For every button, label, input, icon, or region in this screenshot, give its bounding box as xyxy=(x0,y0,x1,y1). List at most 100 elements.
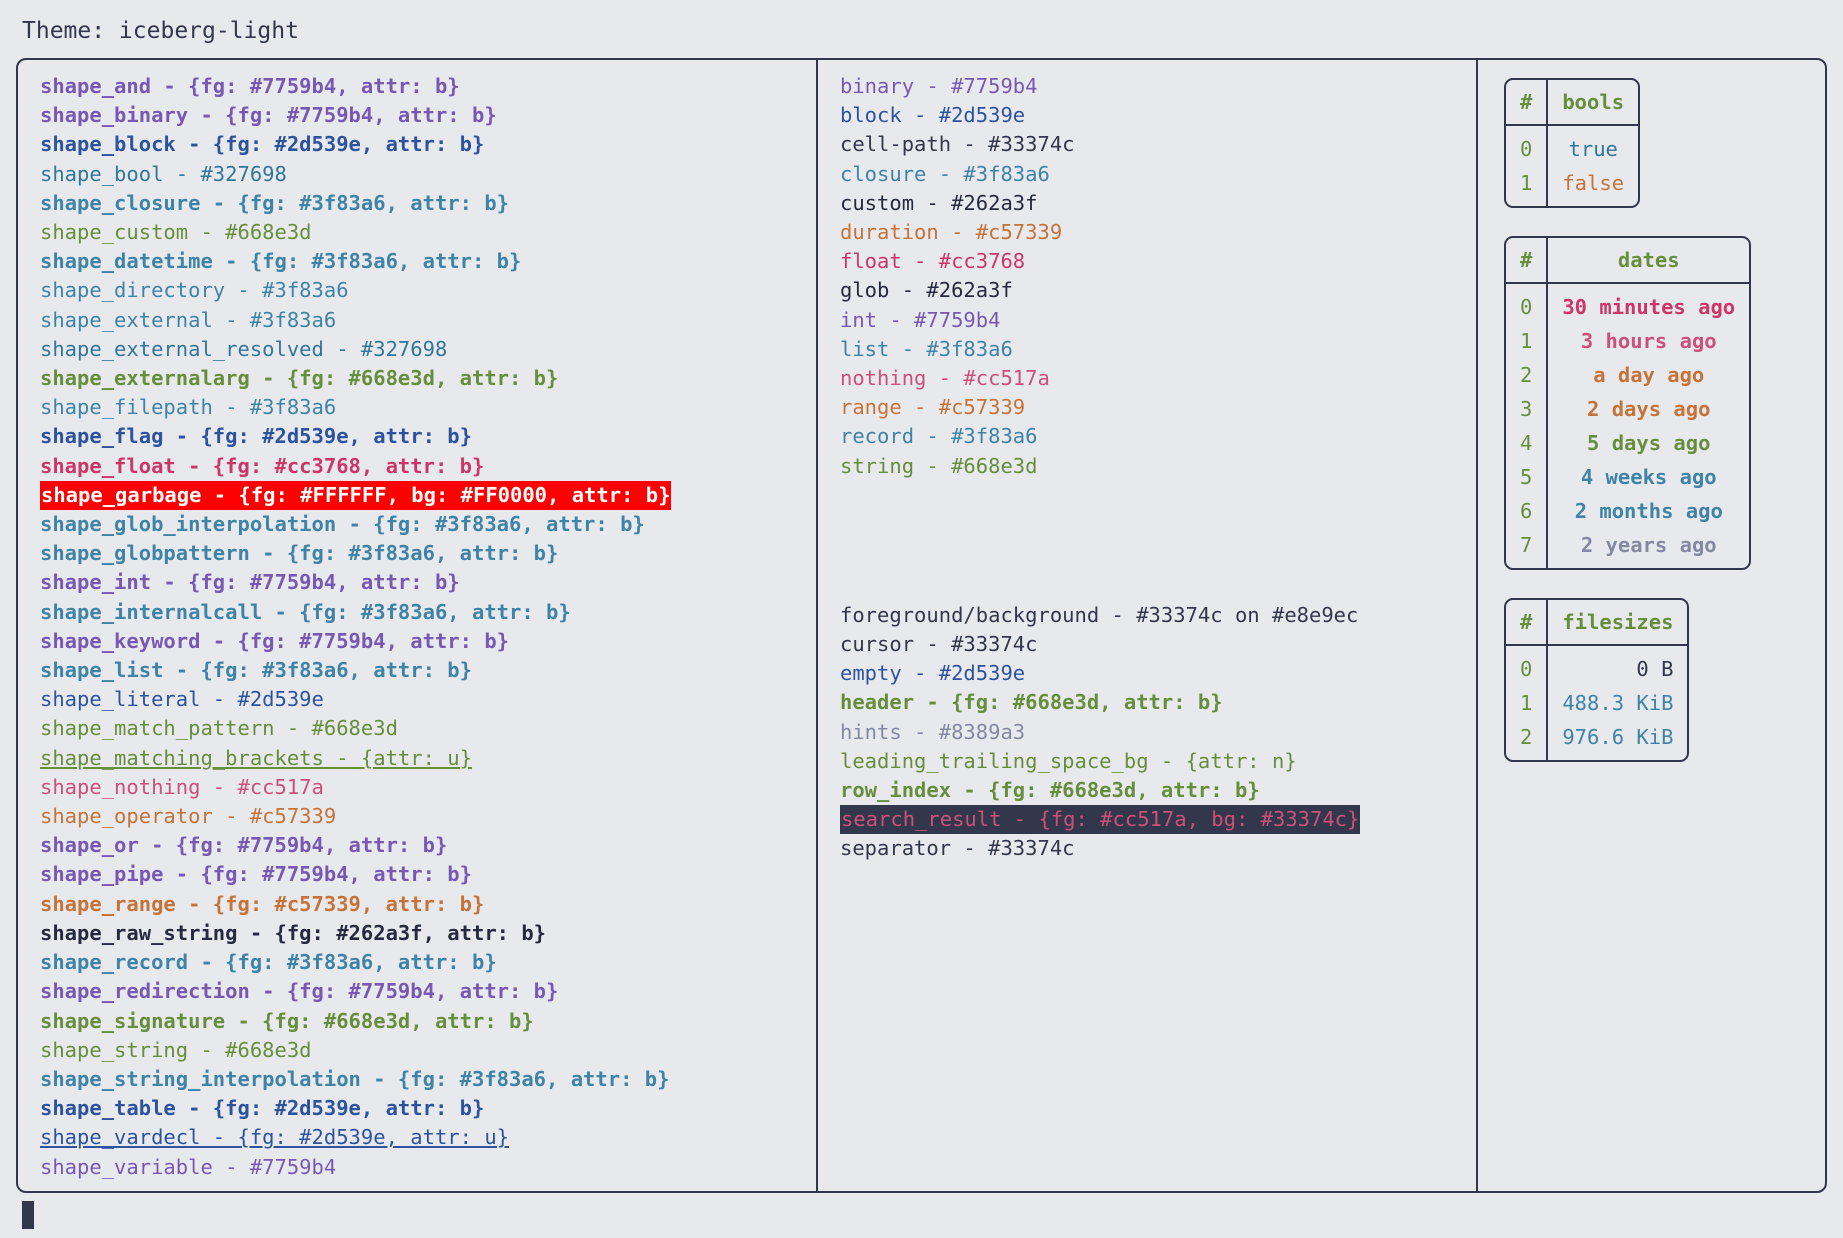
cell-index: 0 xyxy=(1506,283,1549,324)
table-row: 1 false xyxy=(1506,166,1638,206)
shape-line: shape_list - {fg: #3f83a6, attr: b} xyxy=(40,658,472,683)
type-line: string - #668e3d xyxy=(840,453,1038,478)
type-line: cell-path - #33374c xyxy=(840,132,1075,157)
cell-value: 2 years ago xyxy=(1580,533,1717,557)
table-row: 0 30 minutes ago xyxy=(1506,283,1749,324)
shape-line: shape_external_resolved - #327698 xyxy=(40,336,448,361)
shape-line: shape_string_interpolation - {fg: #3f83a… xyxy=(40,1066,670,1091)
shape-line: shape_keyword - {fg: #7759b4, attr: b} xyxy=(40,628,509,653)
shape-line: shape_signature - {fg: #668e3d, attr: b} xyxy=(40,1008,534,1033)
shape-line: shape_range - {fg: #c57339, attr: b} xyxy=(40,891,485,916)
shape-line: shape_externalarg - {fg: #668e3d, attr: … xyxy=(40,366,559,391)
terminal-cursor xyxy=(22,1201,34,1229)
table-row: 6 2 months ago xyxy=(1506,494,1749,528)
cell-index: 6 xyxy=(1506,494,1549,528)
column-spacer xyxy=(840,481,1476,601)
types-and-ui-column: binary - #7759b4 block - #2d539e cell-path… xyxy=(818,60,1478,1191)
type-line: glob - #262a3f xyxy=(840,278,1013,303)
shape-line: shape_directory - #3f83a6 xyxy=(40,278,349,303)
theme-title: Theme: iceberg-light xyxy=(22,18,299,44)
type-line: float - #cc3768 xyxy=(840,249,1026,274)
shape-line: shape_literal - #2d539e xyxy=(40,687,324,712)
cell-index: 2 xyxy=(1506,358,1549,392)
type-line: record - #3f83a6 xyxy=(840,424,1038,449)
types-list: binary - #7759b4 block - #2d539e cell-path… xyxy=(840,72,1476,481)
shape-line: shape_nothing - #cc517a xyxy=(40,774,324,799)
type-line: block - #2d539e xyxy=(840,103,1026,128)
cell-index: 4 xyxy=(1506,426,1549,460)
shape-line: shape_match_pattern - #668e3d xyxy=(40,716,398,741)
column-header-index: # xyxy=(1506,600,1549,646)
type-line: closure - #3f83a6 xyxy=(840,161,1050,186)
shapes-column: shape_and - {fg: #7759b4, attr: b} shape_… xyxy=(18,60,818,1191)
table-bools: # bools 0 true 1 false xyxy=(1504,78,1641,208)
table-row: 0 true xyxy=(1506,125,1638,166)
table-row: 4 5 days ago xyxy=(1506,426,1749,460)
shape-line: shape_table - {fg: #2d539e, attr: b} xyxy=(40,1096,485,1121)
table-row: 7 2 years ago xyxy=(1506,528,1749,568)
shape-line: shape_glob_interpolation - {fg: #3f83a6,… xyxy=(40,512,645,537)
ui-line: separator - #33374c xyxy=(840,836,1075,861)
column-header-value: filesizes xyxy=(1547,600,1688,646)
table-row: 1 488.3 KiB xyxy=(1506,686,1687,720)
ui-line: cursor - #33374c xyxy=(840,632,1038,657)
ui-line: row_index - {fg: #668e3d, attr: b} xyxy=(840,778,1260,803)
ui-line: foreground/background - #33374c on #e8e9… xyxy=(840,602,1359,627)
shape-line: shape_int - {fg: #7759b4, attr: b} xyxy=(40,570,460,595)
column-header-value: bools xyxy=(1547,80,1639,126)
shape-line: shape_external - #3f83a6 xyxy=(40,307,337,332)
cell-index: 7 xyxy=(1506,528,1549,568)
shape-line: shape_string - #668e3d xyxy=(40,1037,312,1062)
table-row: 5 4 weeks ago xyxy=(1506,460,1749,494)
cell-value: 2 months ago xyxy=(1574,499,1723,523)
type-line: nothing - #cc517a xyxy=(840,366,1050,391)
type-line: int - #7759b4 xyxy=(840,307,1001,332)
shape-line: shape_and - {fg: #7759b4, attr: b} xyxy=(40,74,460,98)
cell-value: 976.6 KiB xyxy=(1562,725,1674,749)
table-dates: # dates 0 30 minutes ago 1 3 hours ago 2 a day … xyxy=(1504,236,1752,570)
shape-line: shape_internalcall - {fg: #3f83a6, attr:… xyxy=(40,599,571,624)
terminal-screen: Theme: iceberg-light shape_and - {fg: #7… xyxy=(0,0,1843,1238)
shape-line: shape_flag - {fg: #2d539e, attr: b} xyxy=(40,424,472,449)
shape-line: shape_operator - #c57339 xyxy=(40,804,337,829)
shape-line: shape_custom - #668e3d xyxy=(40,220,312,245)
shape-line: shape_redirection - {fg: #7759b4, attr: … xyxy=(40,979,559,1004)
theme-preview-panel: shape_and - {fg: #7759b4, attr: b} shape_… xyxy=(16,58,1827,1193)
table-row: 1 3 hours ago xyxy=(1506,324,1749,358)
shape-line: shape_raw_string - {fg: #262a3f, attr: b… xyxy=(40,920,547,945)
ui-line: hints - #8389a3 xyxy=(840,719,1026,744)
cell-value: 0 B xyxy=(1636,657,1674,681)
shape-line: shape_garbage - {fg: #FFFFFF, bg: #FF000… xyxy=(40,480,672,511)
tables-column: # bools 0 true 1 false # dates 0 30 minutes ago 1 3… xyxy=(1478,60,1825,1191)
ui-elements-list: foreground/background - #33374c on #e8e9… xyxy=(840,601,1476,864)
ui-line: header - {fg: #668e3d, attr: b} xyxy=(840,690,1223,715)
table-row: 2 a day ago xyxy=(1506,358,1749,392)
shape-line: shape_datetime - {fg: #3f83a6, attr: b} xyxy=(40,249,522,274)
shape-line: shape_pipe - {fg: #7759b4, attr: b} xyxy=(40,862,472,887)
shape-line: shape_globpattern - {fg: #3f83a6, attr: … xyxy=(40,541,559,566)
shape-line: shape_bool - #327698 xyxy=(40,161,287,186)
cell-value: 4 weeks ago xyxy=(1580,465,1717,489)
shape-line: shape_closure - {fg: #3f83a6, attr: b} xyxy=(40,190,509,215)
cell-value: 3 hours ago xyxy=(1580,329,1717,353)
ui-line: search_result - {fg: #cc517a, bg: #33374… xyxy=(840,805,1361,835)
shape-line: shape_record - {fg: #3f83a6, attr: b} xyxy=(40,950,497,975)
table-row: 2 976.6 KiB xyxy=(1506,720,1687,760)
column-header-index: # xyxy=(1506,80,1549,126)
cell-value: 30 minutes ago xyxy=(1562,295,1736,319)
cell-index: 1 xyxy=(1506,324,1549,358)
shape-line: shape_variable - #7759b4 xyxy=(40,1154,337,1179)
shape-line: shape_binary - {fg: #7759b4, attr: b} xyxy=(40,103,497,128)
cell-value: 488.3 KiB xyxy=(1562,691,1674,715)
table-row: 0 0 B xyxy=(1506,645,1687,686)
cell-value: false xyxy=(1562,171,1625,195)
shape-line: shape_float - {fg: #cc3768, attr: b} xyxy=(40,453,485,478)
cell-index: 2 xyxy=(1506,720,1549,760)
type-line: range - #c57339 xyxy=(840,395,1026,420)
cell-index: 5 xyxy=(1506,460,1549,494)
ui-line: empty - #2d539e xyxy=(840,661,1026,686)
shape-line: shape_matching_brackets - {attr: u} xyxy=(40,745,472,770)
type-line: duration - #c57339 xyxy=(840,220,1063,245)
cell-index: 1 xyxy=(1506,166,1549,206)
type-line: custom - #262a3f xyxy=(840,190,1038,215)
